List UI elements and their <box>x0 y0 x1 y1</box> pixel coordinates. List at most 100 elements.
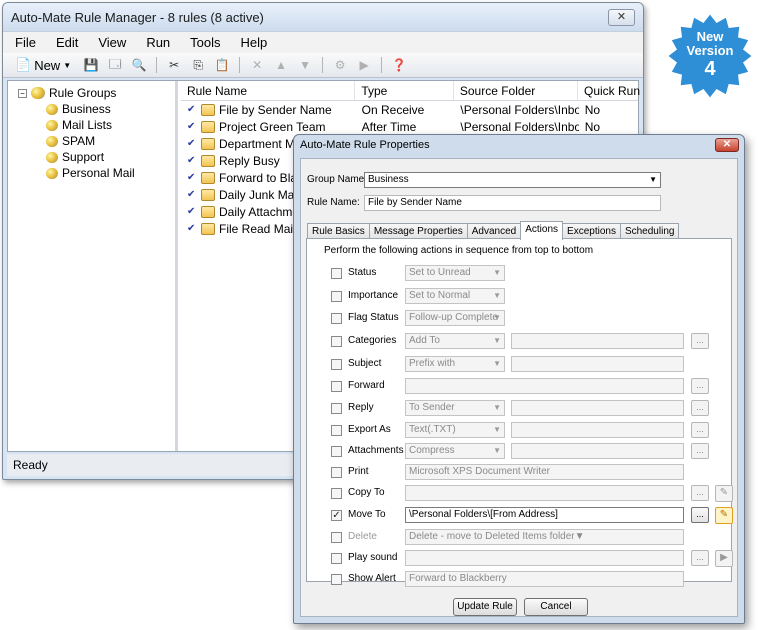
tree-item-support[interactable]: Support <box>18 149 175 165</box>
move-to-input[interactable]: \Personal Folders\[From Address] <box>405 507 684 523</box>
flag-status-checkbox[interactable] <box>331 313 342 324</box>
categories-value-input[interactable] <box>511 333 684 349</box>
status-checkbox[interactable] <box>331 268 342 279</box>
reply-value-input[interactable] <box>511 400 684 416</box>
attachments-checkbox[interactable] <box>331 446 342 457</box>
rule-enabled-checkbox[interactable]: ✔ <box>187 172 197 183</box>
play-icon[interactable]: ▶ <box>715 550 733 567</box>
save-icon[interactable]: 💾 <box>81 56 101 74</box>
column-source-folder[interactable]: Source Folder <box>454 81 578 100</box>
subject-select[interactable]: Prefix with ▼ <box>405 356 505 372</box>
attachments-browse-button[interactable]: ... <box>691 443 709 459</box>
attachments-select[interactable]: Compress ▼ <box>405 443 505 459</box>
tab-actions[interactable]: Actions <box>520 221 564 240</box>
rule-enabled-checkbox[interactable]: ✔ <box>187 223 197 234</box>
cancel-button[interactable]: Cancel <box>524 598 588 616</box>
tab-message-properties[interactable]: Message Properties <box>368 223 468 239</box>
categories-select[interactable]: Add To ▼ <box>405 333 505 349</box>
rule-enabled-checkbox[interactable]: ✔ <box>187 138 197 149</box>
menu-tools[interactable]: Tools <box>190 35 220 50</box>
pencil-icon[interactable]: ✎ <box>715 507 733 524</box>
tree-item-spam[interactable]: SPAM <box>18 133 175 149</box>
tab-scheduling[interactable]: Scheduling <box>619 223 680 239</box>
reply-browse-button[interactable]: ... <box>691 400 709 416</box>
status-select[interactable]: Set to Unread ▼ <box>405 265 505 281</box>
tree-item-personal-mail[interactable]: Personal Mail <box>18 165 175 181</box>
dialog-close-button[interactable]: ✕ <box>715 138 739 152</box>
reply-checkbox[interactable] <box>331 403 342 414</box>
tab-rule-basics[interactable]: Rule Basics <box>307 223 370 239</box>
menu-help[interactable]: Help <box>241 35 268 50</box>
find-icon[interactable]: 🔍 <box>129 56 149 74</box>
export-as-checkbox[interactable] <box>331 425 342 436</box>
rule-row[interactable]: ✔ File by Sender Name On Receive \Personal … <box>181 101 638 118</box>
tree-item-mail-lists[interactable]: Mail Lists <box>18 117 175 133</box>
forward-checkbox[interactable] <box>331 381 342 392</box>
forward-input[interactable] <box>405 378 684 394</box>
show-alert-input[interactable]: Forward to Blackberry <box>405 571 684 587</box>
importance-checkbox[interactable] <box>331 291 342 302</box>
group-name-select[interactable]: Business ▼ <box>364 172 661 188</box>
rule-enabled-checkbox[interactable]: ✔ <box>187 206 197 217</box>
play-sound-browse-button[interactable]: ... <box>691 550 709 566</box>
tree-item-business[interactable]: Business <box>18 101 175 117</box>
export-as-browse-button[interactable]: ... <box>691 422 709 438</box>
delete-input[interactable]: Delete - move to Deleted Items folder▼ <box>405 529 684 545</box>
column-quick-run[interactable]: Quick Run <box>578 81 640 100</box>
delete-icon[interactable]: ✕ <box>247 56 267 74</box>
copy-to-input[interactable] <box>405 485 684 501</box>
update-rule-button[interactable]: Update Rule <box>453 598 517 616</box>
print-checkbox[interactable] <box>331 467 342 478</box>
rule-enabled-checkbox[interactable]: ✔ <box>187 121 197 132</box>
run-icon[interactable]: ▶ <box>354 56 374 74</box>
categories-browse-button[interactable]: ... <box>691 333 709 349</box>
menu-edit[interactable]: Edit <box>56 35 78 50</box>
rule-enabled-checkbox[interactable]: ✔ <box>187 104 197 115</box>
rule-row[interactable]: ✔ Project Green Team After Time \Personal F… <box>181 118 638 135</box>
export-as-select[interactable]: Text(.TXT) ▼ <box>405 422 505 438</box>
play-sound-input[interactable] <box>405 550 684 566</box>
delete-checkbox[interactable] <box>331 532 342 543</box>
collapse-icon[interactable]: − <box>18 88 27 98</box>
importance-select[interactable]: Set to Normal ▼ <box>405 288 505 304</box>
subject-value-input[interactable] <box>511 356 684 372</box>
play-sound-checkbox[interactable] <box>331 553 342 564</box>
properties-icon[interactable]: 🗔 <box>105 56 125 74</box>
move-to-checkbox[interactable]: ✓ <box>331 510 342 521</box>
rule-name-input[interactable]: File by Sender Name <box>364 195 661 211</box>
tab-exceptions[interactable]: Exceptions <box>562 223 621 239</box>
forward-browse-button[interactable]: ... <box>691 378 709 394</box>
help-icon[interactable]: ❓ <box>389 56 409 74</box>
column-type[interactable]: Type <box>355 81 454 100</box>
move-down-icon[interactable]: ▼ <box>295 56 315 74</box>
move-to-browse-button[interactable]: ... <box>691 507 709 523</box>
export-as-value-input[interactable] <box>511 422 684 438</box>
menu-file[interactable]: File <box>15 35 36 50</box>
subject-checkbox[interactable] <box>331 359 342 370</box>
reply-select[interactable]: To Sender ▼ <box>405 400 505 416</box>
new-button[interactable]: 📄 New ▼ <box>15 57 77 73</box>
menu-run[interactable]: Run <box>146 35 170 50</box>
rule-enabled-checkbox[interactable]: ✔ <box>187 189 197 200</box>
move-up-icon[interactable]: ▲ <box>271 56 291 74</box>
settings-icon[interactable]: ⚙ <box>330 56 350 74</box>
flag-status-select[interactable]: Follow-up Complete ▼ <box>405 310 505 326</box>
tab-advanced[interactable]: Advanced <box>466 223 522 239</box>
rule-type-cell: On Receive <box>361 102 425 117</box>
print-input[interactable]: Microsoft XPS Document Writer <box>405 464 684 480</box>
tree-root[interactable]: − Rule Groups <box>18 85 175 101</box>
chevron-down-icon: ▼ <box>493 313 501 322</box>
column-rule-name[interactable]: Rule Name <box>181 81 356 100</box>
pencil-icon[interactable]: ✎ <box>715 485 733 502</box>
window-close-button[interactable]: ✕ <box>608 8 635 26</box>
attachments-value-input[interactable] <box>511 443 684 459</box>
copy-to-checkbox[interactable] <box>331 488 342 499</box>
copy-to-browse-button[interactable]: ... <box>691 485 709 501</box>
cut-icon[interactable]: ✂ <box>164 56 184 74</box>
paste-icon[interactable]: 📋 <box>212 56 232 74</box>
menu-view[interactable]: View <box>98 35 126 50</box>
show-alert-checkbox[interactable] <box>331 574 342 585</box>
categories-checkbox[interactable] <box>331 336 342 347</box>
rule-enabled-checkbox[interactable]: ✔ <box>187 155 197 166</box>
copy-icon[interactable]: ⎘ <box>188 56 208 74</box>
